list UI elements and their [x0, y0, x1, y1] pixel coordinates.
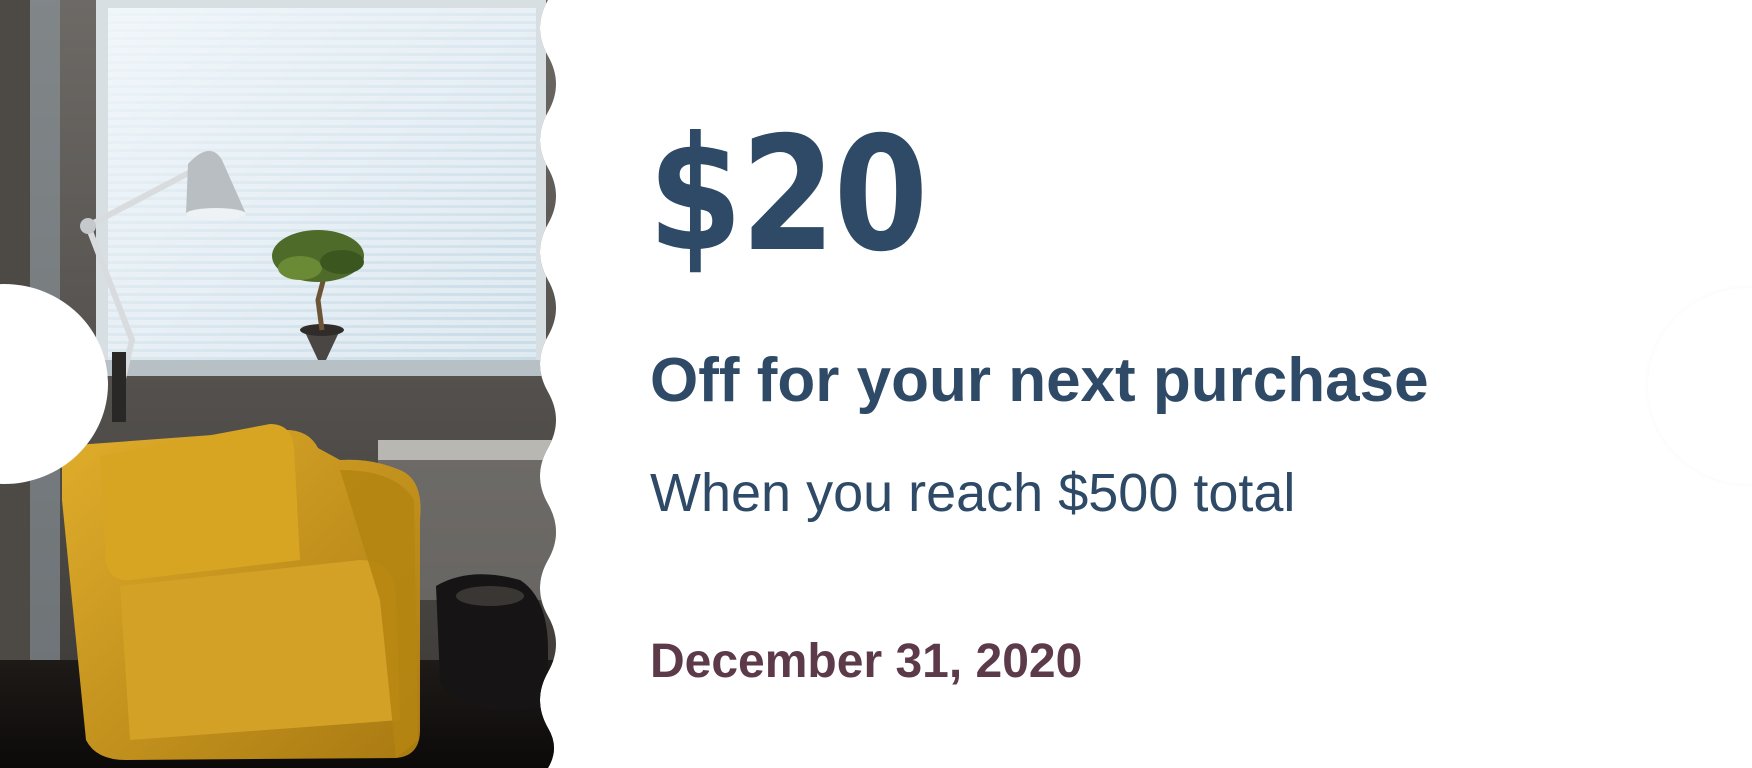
discount-amount: $20: [648, 103, 928, 287]
coupon-headline: Off for your next purchase: [650, 346, 1429, 415]
coupon-card: $20 Off for your next purchase When you …: [0, 0, 1752, 768]
hole-right-decoration: [1648, 288, 1752, 484]
coupon-condition: When you reach $500 total: [650, 463, 1296, 523]
expiry-date: December 31, 2020: [650, 635, 1083, 688]
